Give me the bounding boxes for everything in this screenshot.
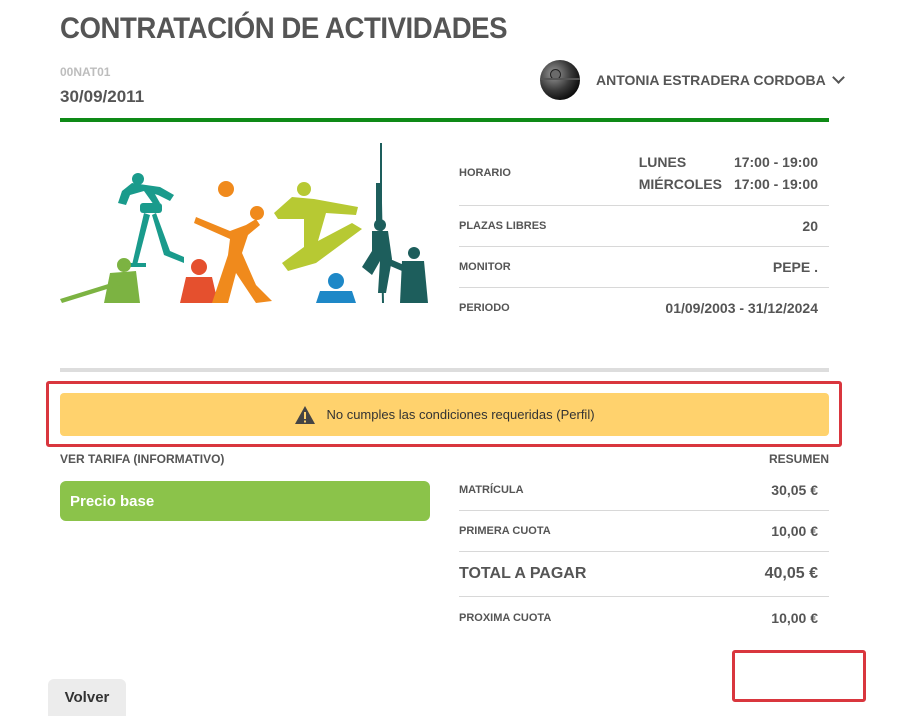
period-label: PERIODO xyxy=(459,302,510,314)
summary-heading: RESUMEN xyxy=(768,452,829,466)
sports-illustration xyxy=(60,143,428,303)
activity-date: 30/09/2011 xyxy=(60,87,145,106)
summary-row-value: 10,00 € xyxy=(771,609,818,626)
schedule-row: HORARIO LUNES 17:00 - 19:00 MIÉRCOLES 17… xyxy=(459,141,829,206)
summary-row-enrollment: MATRÍCULA 30,05 € xyxy=(459,470,829,511)
places-value: 20 xyxy=(802,218,818,234)
highlight-box-alert xyxy=(46,381,842,447)
schedule-list: LUNES 17:00 - 19:00 MIÉRCOLES 17:00 - 19… xyxy=(639,154,818,192)
schedule-time: 17:00 - 19:00 xyxy=(733,176,818,192)
monitor-row: MONITOR PEPE . xyxy=(459,247,829,288)
places-row: PLAZAS LIBRES 20 xyxy=(459,206,829,247)
schedule-label: HORARIO xyxy=(459,167,511,179)
page-title: CONTRATACIÓN DE ACTIVIDADES xyxy=(60,12,508,45)
activity-code: 00NAT01 xyxy=(60,65,111,79)
monitor-label: MONITOR xyxy=(459,261,511,273)
summary-table: MATRÍCULA 30,05 € PRIMERA CUOTA 10,00 € … xyxy=(459,470,829,638)
highlight-box-empty xyxy=(732,650,866,702)
summary-row-label: PROXIMA CUOTA xyxy=(459,611,552,624)
places-label: PLAZAS LIBRES xyxy=(459,220,547,232)
period-value: 01/09/2003 - 31/12/2024 xyxy=(665,300,818,316)
schedule-time: 17:00 - 19:00 xyxy=(733,154,818,170)
schedule-day: LUNES xyxy=(638,154,687,170)
avatar xyxy=(540,60,580,100)
summary-row-label: PRIMERA CUOTA xyxy=(459,525,551,537)
period-row: PERIODO 01/09/2003 - 31/12/2024 xyxy=(459,288,829,328)
monitor-value: PEPE . xyxy=(772,259,818,275)
price-base-option[interactable]: Precio base xyxy=(60,481,430,521)
chevron-down-icon[interactable] xyxy=(831,71,845,84)
user-menu[interactable]: ANTONIA ESTRADERA CORDOBA xyxy=(540,60,845,100)
summary-row-value: 10,00 € xyxy=(771,523,818,539)
summary-row-total: TOTAL A PAGAR 40,05 € xyxy=(459,552,829,597)
summary-row-next-fee: PROXIMA CUOTA 10,00 € xyxy=(459,597,829,638)
activity-info-table: HORARIO LUNES 17:00 - 19:00 MIÉRCOLES 17… xyxy=(459,141,829,328)
header-divider xyxy=(60,118,829,122)
summary-row-first-fee: PRIMERA CUOTA 10,00 € xyxy=(459,511,829,552)
user-name: ANTONIA ESTRADERA CORDOBA xyxy=(596,72,826,88)
summary-row-value: 40,05 € xyxy=(764,565,818,582)
summary-row-label: MATRÍCULA xyxy=(459,484,524,496)
tariff-link[interactable]: VER TARIFA (INFORMATIVO) xyxy=(60,452,224,466)
section-divider xyxy=(60,368,829,372)
back-button[interactable]: Volver xyxy=(48,679,126,716)
summary-row-label: TOTAL A PAGAR xyxy=(459,565,587,582)
summary-row-value: 30,05 € xyxy=(771,482,818,498)
schedule-day: MIÉRCOLES xyxy=(638,176,722,192)
